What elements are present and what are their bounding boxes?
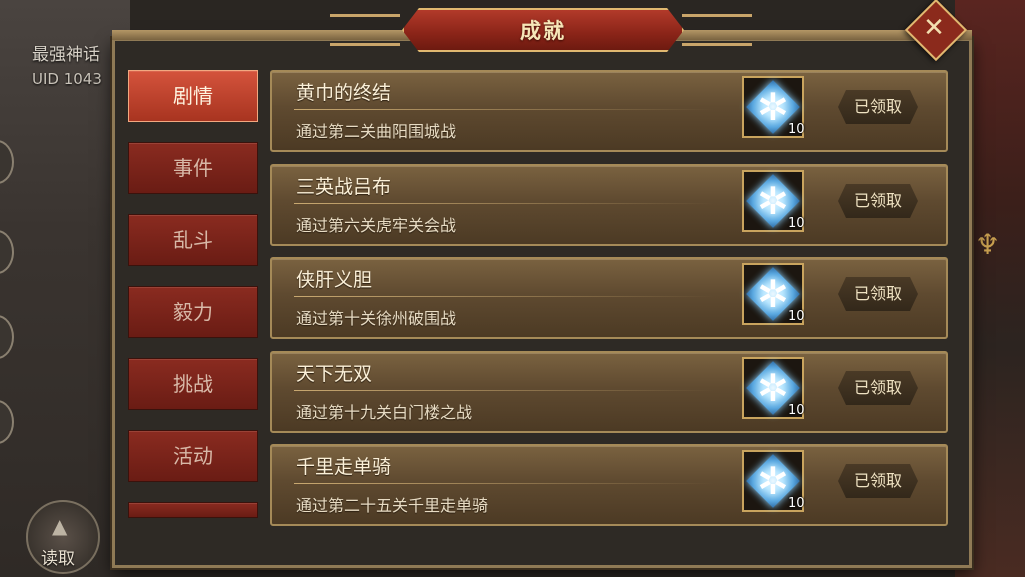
achievement-desc: 通过第十九关白门楼之战	[296, 403, 473, 422]
player-name: 最强神话	[32, 45, 100, 65]
reward-slot[interactable]: ✲ 10	[742, 450, 805, 512]
reward-count: 10	[788, 403, 805, 418]
achievement-row: 侠肝义胆 通过第十关徐州破围战 ✲ 10 已领取	[270, 257, 948, 339]
achievement-desc: 通过第十关徐州破围战	[296, 309, 457, 328]
achievement-desc: 通过第二十五关千里走单骑	[296, 496, 489, 515]
read-icon: ▲	[52, 514, 68, 538]
read-button[interactable]: ▲ 读取	[26, 500, 100, 574]
tab-brawl[interactable]: 乱斗	[128, 214, 258, 266]
panel-title: 成就	[520, 19, 566, 43]
title-banner: 成就	[402, 8, 684, 52]
claimed-button[interactable]: 已领取	[838, 464, 918, 498]
reward-slot[interactable]: ✲ 10	[742, 357, 805, 419]
tab-story[interactable]: 剧情	[128, 70, 258, 122]
reward-slot[interactable]: ✲ 10	[742, 76, 805, 138]
read-label: 读取	[41, 549, 75, 569]
achievement-title: 三英战吕布	[296, 176, 392, 198]
claimed-button[interactable]: 已领取	[838, 277, 918, 311]
achievement-title: 侠肝义胆	[296, 269, 373, 291]
tab-activity[interactable]: 活动	[128, 430, 258, 482]
achievement-row: 黄巾的终结 通过第二关曲阳围城战 ✲ 10 已领取	[270, 70, 948, 152]
close-icon[interactable]: ✕	[914, 8, 954, 48]
reward-slot[interactable]: ✲ 10	[742, 170, 805, 232]
achievement-row: 三英战吕布 通过第六关虎牢关会战 ✲ 10 已领取	[270, 164, 948, 246]
title-ornament-right	[682, 14, 752, 46]
reward-count: 10	[788, 122, 805, 137]
reward-count: 10	[788, 496, 805, 511]
tab-challenge[interactable]: 挑战	[128, 358, 258, 410]
row-divider	[294, 296, 714, 297]
achievement-desc: 通过第二关曲阳围城战	[296, 122, 457, 141]
title-ornament-left	[330, 14, 400, 46]
brazier-icon: ♆	[975, 228, 1001, 261]
row-divider	[294, 203, 714, 204]
row-divider	[294, 109, 714, 110]
claimed-button[interactable]: 已领取	[838, 184, 918, 218]
claimed-button[interactable]: 已领取	[838, 371, 918, 405]
achievement-row: 天下无双 通过第十九关白门楼之战 ✲ 10 已领取	[270, 351, 948, 433]
reward-slot[interactable]: ✲ 10	[742, 263, 805, 325]
claimed-button[interactable]: 已领取	[838, 90, 918, 124]
achievement-row: 千里走单骑 通过第二十五关千里走单骑 ✲ 10 已领取	[270, 444, 948, 526]
tab-perseverance[interactable]: 毅力	[128, 286, 258, 338]
row-divider	[294, 483, 714, 484]
tab-partial[interactable]	[128, 502, 258, 518]
tab-event[interactable]: 事件	[128, 142, 258, 194]
achievement-title: 千里走单骑	[296, 456, 392, 478]
row-divider	[294, 390, 714, 391]
achievement-desc: 通过第六关虎牢关会战	[296, 216, 457, 235]
reward-count: 10	[788, 216, 805, 231]
achievement-title: 黄巾的终结	[296, 82, 392, 104]
player-uid: UID 1043	[32, 70, 102, 88]
achievement-title: 天下无双	[296, 363, 373, 385]
reward-count: 10	[788, 309, 805, 324]
